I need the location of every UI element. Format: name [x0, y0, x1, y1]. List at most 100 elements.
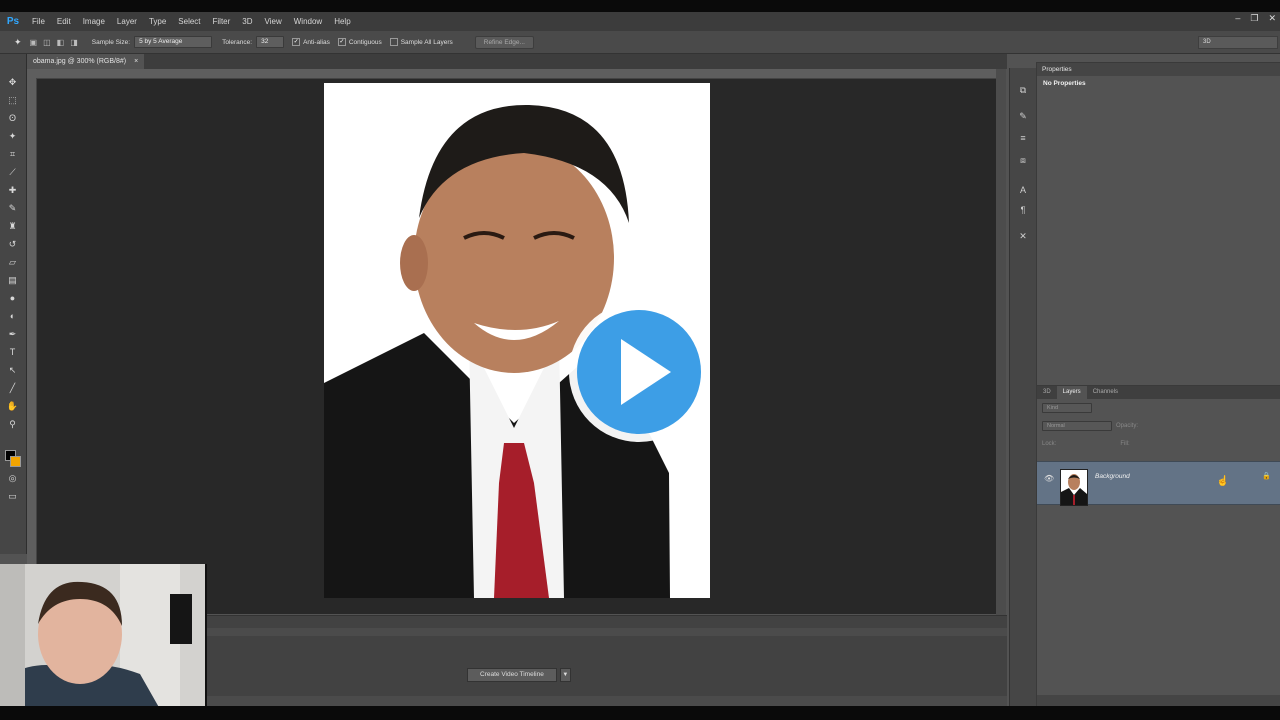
adjustments-icon[interactable]: ≡ — [1017, 132, 1029, 144]
crop-tool-icon[interactable]: ⌗ — [6, 148, 19, 160]
screen-mode-icon[interactable]: ▭ — [6, 490, 19, 502]
marquee-tool-icon[interactable]: ⬚ — [6, 94, 19, 106]
add-selection-icon[interactable]: ◫ — [43, 38, 51, 47]
fill-label: Fill: — [1120, 441, 1130, 447]
healing-brush-tool-icon[interactable]: ✚ — [6, 184, 19, 196]
layer-row-background[interactable]: 👁 Background ☝ 🔒 — [1037, 461, 1280, 506]
tab-channels[interactable]: Channels — [1087, 386, 1124, 399]
layer-filter-select[interactable]: Kind — [1042, 403, 1092, 413]
magic-wand-tool-icon[interactable]: ✦ — [6, 130, 19, 142]
restore-button[interactable]: ❐ — [1250, 13, 1258, 24]
panel-icon-strip: ⧉ ✎ ≡ ⧈ A ¶ ✕ — [1009, 68, 1037, 706]
thumbnail-image — [1061, 470, 1087, 505]
horizontal-ruler — [27, 69, 1001, 79]
menu-type[interactable]: Type — [143, 17, 172, 26]
eye-icon[interactable]: 👁 — [1044, 474, 1054, 483]
document-tab-bar: obama.jpg @ 300% (RGB/8#) × — [27, 54, 1007, 69]
lock-icon[interactable]: 🔒 — [1262, 472, 1271, 480]
properties-tab[interactable]: Properties — [1037, 63, 1280, 76]
anti-alias-label: Anti-alias — [303, 38, 330, 46]
eraser-tool-icon[interactable]: ▱ — [6, 256, 19, 268]
document-title: obama.jpg @ 300% (RGB/8#) — [33, 58, 127, 65]
contiguous-checkbox[interactable]: ✓ Contiguous — [337, 38, 382, 46]
shape-tool-icon[interactable]: ╱ — [6, 382, 19, 394]
minimize-button[interactable]: – — [1235, 13, 1240, 24]
background-color-swatch[interactable] — [10, 456, 21, 467]
canvas-scrollbar[interactable] — [996, 69, 1006, 619]
eyedropper-tool-icon[interactable]: ⟋ — [6, 166, 19, 178]
chevron-down-icon[interactable]: ▼ — [559, 668, 571, 682]
canvas-area[interactable] — [37, 79, 996, 614]
options-bar: ✦ ▣ ◫ ◧ ◨ Sample Size: 5 by 5 Average To… — [0, 31, 1280, 54]
blend-row: Normal Opacity: — [1037, 417, 1280, 435]
menu-window[interactable]: Window — [288, 17, 328, 26]
empty-checkbox-icon — [389, 38, 398, 46]
play-button-icon[interactable] — [566, 299, 712, 445]
video-letterbox-bottom — [0, 706, 1280, 720]
menu-select[interactable]: Select — [172, 17, 206, 26]
type-tool-icon[interactable]: T — [6, 346, 19, 358]
properties-panel: Properties No Properties — [1036, 62, 1280, 386]
history-brush-tool-icon[interactable]: ↺ — [6, 238, 19, 250]
move-tool-icon[interactable]: ✥ — [6, 76, 19, 88]
close-document-icon[interactable]: × — [134, 58, 138, 65]
properties-message: No Properties — [1043, 80, 1086, 87]
tolerance-label: Tolerance: — [222, 38, 253, 46]
gradient-tool-icon[interactable]: ▤ — [6, 274, 19, 286]
new-selection-icon[interactable]: ▣ — [30, 38, 38, 47]
intersect-selection-icon[interactable]: ◨ — [70, 38, 78, 47]
lasso-tool-icon[interactable]: ʘ — [6, 112, 19, 124]
menu-view[interactable]: View — [259, 17, 288, 26]
checkmark-icon: ✓ — [337, 38, 346, 46]
quick-mask-icon[interactable]: ◎ — [6, 472, 19, 484]
menu-edit[interactable]: Edit — [51, 17, 77, 26]
layer-filter-row: Kind — [1037, 399, 1280, 417]
menu-3d[interactable]: 3D — [236, 17, 258, 26]
vertical-ruler — [27, 78, 37, 618]
tab-3d[interactable]: 3D — [1037, 386, 1057, 399]
selection-mode-icons[interactable]: ▣ ◫ ◧ ◨ — [30, 38, 78, 47]
checkmark-icon: ✓ — [292, 38, 301, 46]
close-button[interactable]: ✕ — [1268, 13, 1276, 24]
menu-filter[interactable]: Filter — [207, 17, 237, 26]
pen-tool-icon[interactable]: ✒ — [6, 328, 19, 340]
layer-comps-icon[interactable]: ⧈ — [1017, 154, 1029, 166]
path-selection-tool-icon[interactable]: ↖ — [6, 364, 19, 376]
menu-file[interactable]: File — [26, 17, 51, 26]
tab-layers[interactable]: Layers — [1056, 386, 1087, 399]
lock-row: Lock: Fill: — [1037, 435, 1280, 453]
photoshop-window: Ps File Edit Image Layer Type Select Fil… — [0, 12, 1280, 706]
sample-all-layers-checkbox[interactable]: Sample All Layers — [389, 38, 453, 46]
hand-cursor-icon: ☝ — [1216, 476, 1229, 487]
layers-panel-tabs: 3D Layers Channels — [1037, 386, 1280, 399]
tools-preset-icon[interactable]: ✎ — [1017, 110, 1029, 122]
menu-help[interactable]: Help — [328, 17, 356, 26]
layer-name[interactable]: Background — [1095, 473, 1130, 480]
sample-size-select[interactable]: 5 by 5 Average — [134, 36, 213, 48]
history-icon[interactable]: ⧉ — [1017, 84, 1029, 96]
tolerance-input[interactable]: 32 — [256, 36, 285, 48]
hand-tool-icon[interactable]: ✋ — [6, 400, 19, 412]
create-video-timeline-button[interactable]: Create Video Timeline — [467, 668, 557, 682]
dodge-tool-icon[interactable]: ◐ — [6, 310, 19, 322]
document-tab[interactable]: obama.jpg @ 300% (RGB/8#) × — [27, 54, 145, 69]
brush-tool-icon[interactable]: ✎ — [6, 202, 19, 214]
paragraph-icon[interactable]: ¶ — [1017, 204, 1029, 216]
magic-wand-icon[interactable]: ✦ — [14, 37, 22, 48]
clone-stamp-tool-icon[interactable]: ♜ — [6, 220, 19, 232]
brush-settings-icon[interactable]: ✕ — [1017, 230, 1029, 242]
sample-size-label: Sample Size: — [91, 38, 131, 46]
app-logo: Ps — [6, 16, 20, 27]
workspace-select[interactable]: 3D — [1198, 36, 1278, 49]
subtract-selection-icon[interactable]: ◧ — [57, 38, 65, 47]
blur-tool-icon[interactable]: ● — [6, 292, 19, 304]
zoom-tool-icon[interactable]: ⚲ — [6, 418, 19, 430]
menu-layer[interactable]: Layer — [111, 17, 143, 26]
blend-mode-select[interactable]: Normal — [1042, 421, 1112, 431]
layers-panel: 3D Layers Channels Kind Normal Opacity: … — [1036, 385, 1280, 706]
menu-image[interactable]: Image — [77, 17, 111, 26]
character-icon[interactable]: A — [1017, 184, 1029, 196]
refine-edge-button[interactable]: Refine Edge... — [474, 35, 534, 49]
anti-alias-checkbox[interactable]: ✓ Anti-alias — [292, 38, 330, 46]
webcam-overlay — [0, 564, 207, 706]
